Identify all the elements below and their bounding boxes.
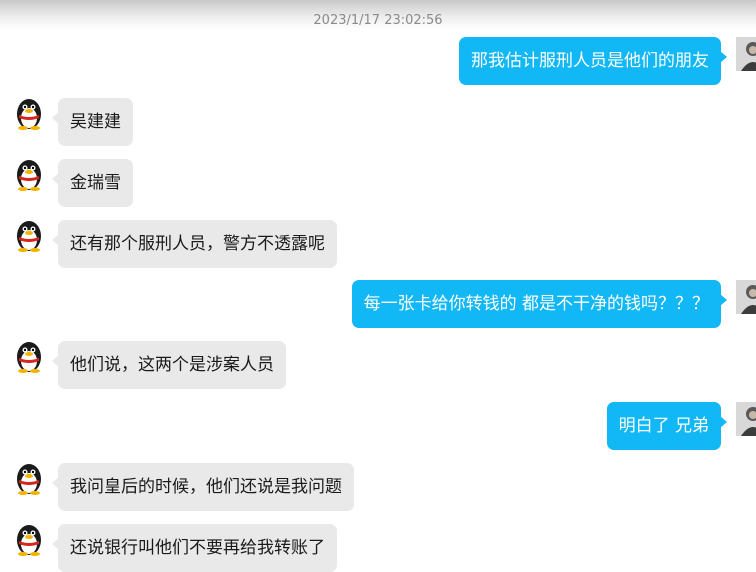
message-row-outgoing: 每一张卡给你转钱的 都是不干净的钱吗？？？ — [0, 280, 756, 328]
qq-penguin-avatar-icon[interactable] — [12, 339, 46, 373]
qq-penguin-avatar-icon[interactable] — [12, 522, 46, 556]
message-row-outgoing: 明白了 兄弟 — [0, 402, 756, 450]
qq-penguin-avatar-icon[interactable] — [12, 461, 46, 495]
user-portrait-avatar-icon[interactable] — [736, 280, 756, 314]
message-timestamp: 2023/1/17 23:02:56 — [313, 13, 443, 28]
qq-penguin-avatar-icon[interactable] — [12, 96, 46, 130]
message-bubble-incoming[interactable]: 吴建建 — [52, 98, 133, 146]
message-bubble-outgoing[interactable]: 明白了 兄弟 — [606, 402, 728, 450]
message-row-incoming: 金瑞雪 — [0, 159, 756, 207]
message-bubble-incoming[interactable]: 还说银行叫他们不要再给我转账了 — [52, 524, 337, 572]
message-bubble-outgoing[interactable]: 每一张卡给你转钱的 都是不干净的钱吗？？？ — [351, 280, 728, 328]
message-bubble-outgoing[interactable]: 那我估计服刑人员是他们的朋友 — [459, 37, 727, 85]
message-row-outgoing: 那我估计服刑人员是他们的朋友 — [0, 37, 756, 85]
qq-penguin-avatar-icon[interactable] — [12, 157, 46, 191]
user-portrait-avatar-icon[interactable] — [736, 402, 756, 436]
user-portrait-avatar-icon[interactable] — [736, 37, 756, 71]
qq-penguin-avatar-icon[interactable] — [12, 218, 46, 252]
message-bubble-incoming[interactable]: 他们说，这两个是涉案人员 — [52, 341, 286, 389]
message-bubble-incoming[interactable]: 我问皇后的时候，他们还说是我问题 — [52, 463, 354, 511]
message-row-incoming: 他们说，这两个是涉案人员 — [0, 341, 756, 389]
message-row-incoming: 我问皇后的时候，他们还说是我问题 — [0, 463, 756, 511]
message-row-incoming: 还说银行叫他们不要再给我转账了 — [0, 524, 756, 572]
message-bubble-incoming[interactable]: 还有那个服刑人员，警方不透露呢 — [52, 220, 337, 268]
message-bubble-incoming[interactable]: 金瑞雪 — [52, 159, 133, 207]
message-row-incoming: 吴建建 — [0, 98, 756, 146]
message-row-incoming: 还有那个服刑人员，警方不透露呢 — [0, 220, 756, 268]
